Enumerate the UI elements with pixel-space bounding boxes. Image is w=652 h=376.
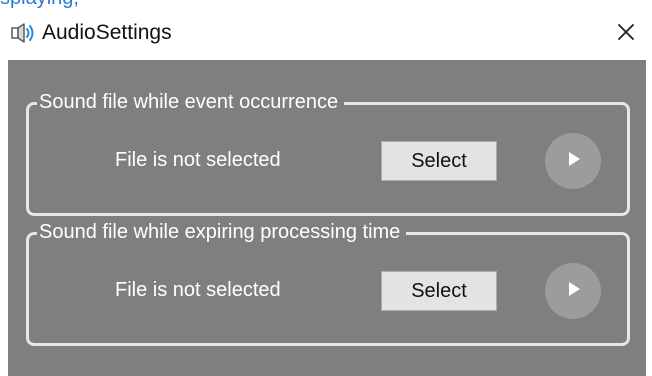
- speaker-icon: [10, 21, 38, 45]
- play-icon: [560, 146, 586, 177]
- title-bar: AudioSettings: [0, 12, 652, 56]
- close-button[interactable]: [606, 16, 646, 52]
- clipped-link-text[interactable]: splaying,: [0, 0, 79, 9]
- play-button[interactable]: [545, 133, 601, 189]
- expiring-time-sound-group: Sound file while expiring processing tim…: [26, 219, 630, 346]
- play-button[interactable]: [545, 263, 601, 319]
- group-legend: Sound file while expiring processing tim…: [37, 219, 407, 245]
- group-legend: Sound file while event occurrence: [37, 89, 345, 115]
- select-file-button[interactable]: Select: [381, 141, 497, 181]
- audio-settings-panel: Sound file while event occurrence File i…: [8, 60, 646, 376]
- close-icon: [616, 22, 636, 47]
- window-title: AudioSettings: [42, 21, 172, 44]
- file-status-text: File is not selected: [115, 279, 281, 301]
- play-icon: [560, 276, 586, 307]
- event-sound-group: Sound file while event occurrence File i…: [26, 89, 630, 216]
- file-status-text: File is not selected: [115, 149, 281, 171]
- select-file-button[interactable]: Select: [381, 271, 497, 311]
